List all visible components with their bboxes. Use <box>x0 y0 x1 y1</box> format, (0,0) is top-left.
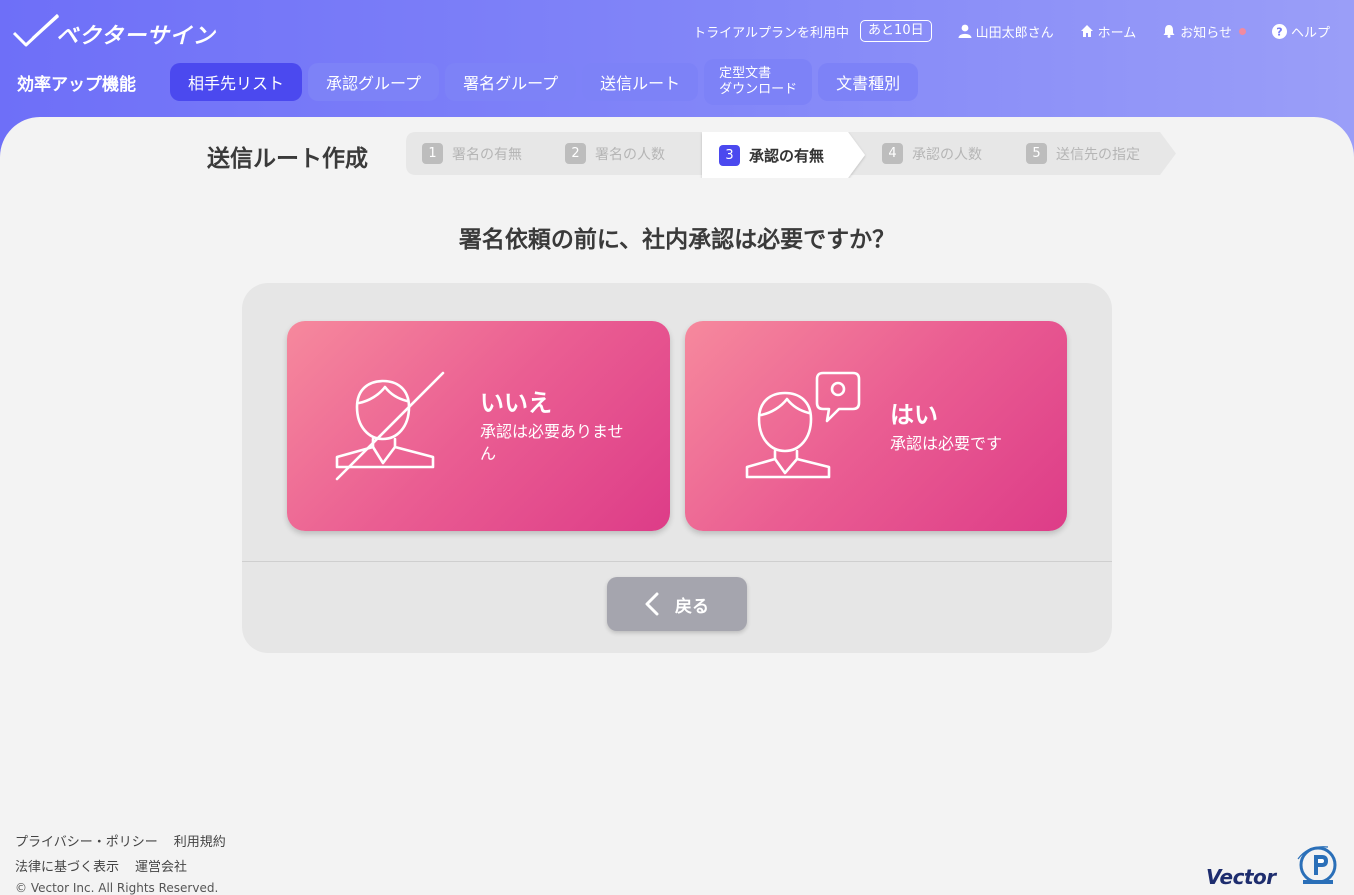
page-title: 送信ルート作成 <box>207 146 368 172</box>
person-crossed-icon <box>335 371 445 481</box>
step-2-label: 署名の人数 <box>595 146 665 163</box>
approval-question: 署名依頼の前に、社内承認は必要ですか？ <box>458 227 896 253</box>
back-button[interactable]: 戻る <box>607 577 747 631</box>
nav-send-route[interactable]: 送信ルート <box>582 63 699 101</box>
step-4-label: 承認の人数 <box>912 146 982 163</box>
company-link[interactable]: 運営会社 <box>135 856 187 875</box>
nav-approval-group[interactable]: 承認グループ <box>308 63 440 101</box>
legal-notice-link[interactable]: 法律に基づく表示 <box>15 856 119 875</box>
choice-container: いいえ 承認は必要ありません はい 承認は必要です 戻る <box>242 283 1112 653</box>
nav-template-line2: ダウンロード <box>719 82 798 97</box>
nav-title: 効率アップ機能 <box>17 74 136 95</box>
yes-approval-button[interactable]: はい 承認は必要です <box>685 321 1067 531</box>
no-approval-button[interactable]: いいえ 承認は必要ありません <box>287 321 670 531</box>
nav-signature-group[interactable]: 署名グループ <box>445 63 577 101</box>
no-subtitle: 承認は必要ありません <box>480 422 624 463</box>
notification-dot <box>1238 27 1246 35</box>
person-speech-icon <box>745 371 861 479</box>
step-2-number: 2 <box>565 143 586 164</box>
nav-template-line1: 定型文書 <box>719 66 772 81</box>
nav-partner-list[interactable]: 相手先リスト <box>170 63 303 101</box>
step-5-label: 送信先の指定 <box>1056 146 1140 163</box>
step-4: 4 承認の人数 <box>882 132 982 175</box>
divider <box>242 561 1112 562</box>
header-utility: トライアルプランを利用中 あと10日 山田太郎さん ホーム お知らせ ? ヘルプ <box>693 20 1330 42</box>
feature-nav: 効率アップ機能 相手先リスト 承認グループ 署名グループ 送信ルート 定型文書 … <box>0 58 924 106</box>
nav-document-type[interactable]: 文書種別 <box>818 63 919 101</box>
nav-template-download[interactable]: 定型文書 ダウンロード <box>704 59 813 105</box>
check-logo-icon <box>12 13 60 47</box>
bell-icon <box>1163 25 1175 38</box>
main-panel: 送信ルート作成 1 署名の有無 2 署名の人数 3 承認の有無 4 承認の人数 <box>0 117 1354 895</box>
notice-link[interactable]: お知らせ <box>1162 22 1246 41</box>
yes-subtitle: 承認は必要です <box>890 434 1003 453</box>
step-indicator: 1 署名の有無 2 署名の人数 3 承認の有無 4 承認の人数 5 送信先の指定 <box>406 132 1176 178</box>
user-name: 山田太郎さん <box>975 25 1054 41</box>
chevron-left-icon <box>645 592 659 616</box>
step-3-number: 3 <box>719 145 740 166</box>
home-icon <box>1080 25 1093 37</box>
step-4-number: 4 <box>882 143 903 164</box>
trial-days-badge[interactable]: あと10日 <box>860 20 932 42</box>
no-title: いいえ <box>480 389 552 417</box>
svg-text:?: ? <box>1276 25 1282 38</box>
copyright: © Vector Inc. All Rights Reserved. <box>15 881 219 895</box>
terms-link[interactable]: 利用規約 <box>174 831 226 850</box>
user-menu[interactable]: 山田太郎さん <box>958 22 1054 41</box>
notice-label: お知らせ <box>1180 25 1232 41</box>
home-label: ホーム <box>1097 25 1137 41</box>
help-link[interactable]: ? ヘルプ <box>1271 22 1330 41</box>
step-2: 2 署名の人数 <box>565 132 665 175</box>
yes-title: はい <box>890 401 938 429</box>
back-label: 戻る <box>675 596 709 617</box>
step-1-number: 1 <box>422 143 443 164</box>
vector-logo[interactable]: Vector <box>1206 865 1276 889</box>
privacy-policy-link[interactable]: プライバシー・ポリシー <box>15 831 158 850</box>
step-1: 1 署名の有無 <box>422 132 522 175</box>
footer: プライバシー・ポリシー 利用規約 法律に基づく表示 運営会社 © Vector … <box>15 831 242 895</box>
user-icon <box>958 24 972 38</box>
help-icon: ? <box>1271 23 1287 39</box>
step-3-label: 承認の有無 <box>749 147 825 165</box>
step-5-number: 5 <box>1026 143 1047 164</box>
home-link[interactable]: ホーム <box>1080 22 1137 41</box>
step-5: 5 送信先の指定 <box>1026 132 1140 175</box>
app-logo[interactable]: ベクターサイン <box>12 10 216 50</box>
trial-status-text: トライアルプランを利用中 <box>693 25 850 41</box>
step-1-label: 署名の有無 <box>452 146 522 163</box>
logo-text: ベクターサイン <box>56 24 216 49</box>
privacy-mark-icon <box>1297 846 1337 884</box>
help-label: ヘルプ <box>1290 25 1330 41</box>
step-3-current: 3 承認の有無 <box>719 134 824 177</box>
